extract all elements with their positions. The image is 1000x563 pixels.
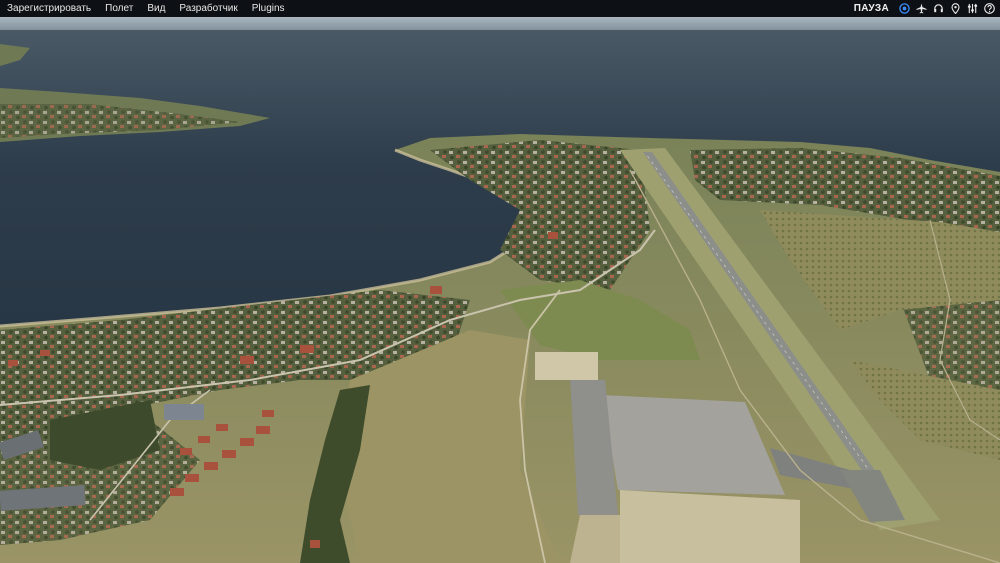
airplane-icon[interactable]: [916, 3, 927, 14]
help-icon[interactable]: [984, 3, 995, 14]
menubar-right-controls: ПАУЗА: [854, 3, 1000, 14]
menu-developer[interactable]: Разработчик: [172, 0, 244, 17]
pause-status: ПАУЗА: [853, 3, 889, 14]
menu-bar: Зарегистрировать Полет Вид Разработчик P…: [0, 0, 1000, 17]
sand-area: [535, 352, 598, 380]
solar-panels: [164, 404, 204, 420]
menu-flight[interactable]: Полет: [98, 0, 140, 17]
simulator-viewport[interactable]: [0, 17, 1000, 563]
construction-area: [620, 490, 800, 563]
menu-plugins[interactable]: Plugins: [245, 0, 292, 17]
sliders-icon[interactable]: [967, 3, 978, 14]
map-pin-icon[interactable]: [950, 3, 961, 14]
record-icon[interactable]: [899, 3, 910, 14]
menu-register[interactable]: Зарегистрировать: [0, 0, 98, 17]
headset-icon[interactable]: [933, 3, 944, 14]
menu-view[interactable]: Вид: [140, 0, 172, 17]
